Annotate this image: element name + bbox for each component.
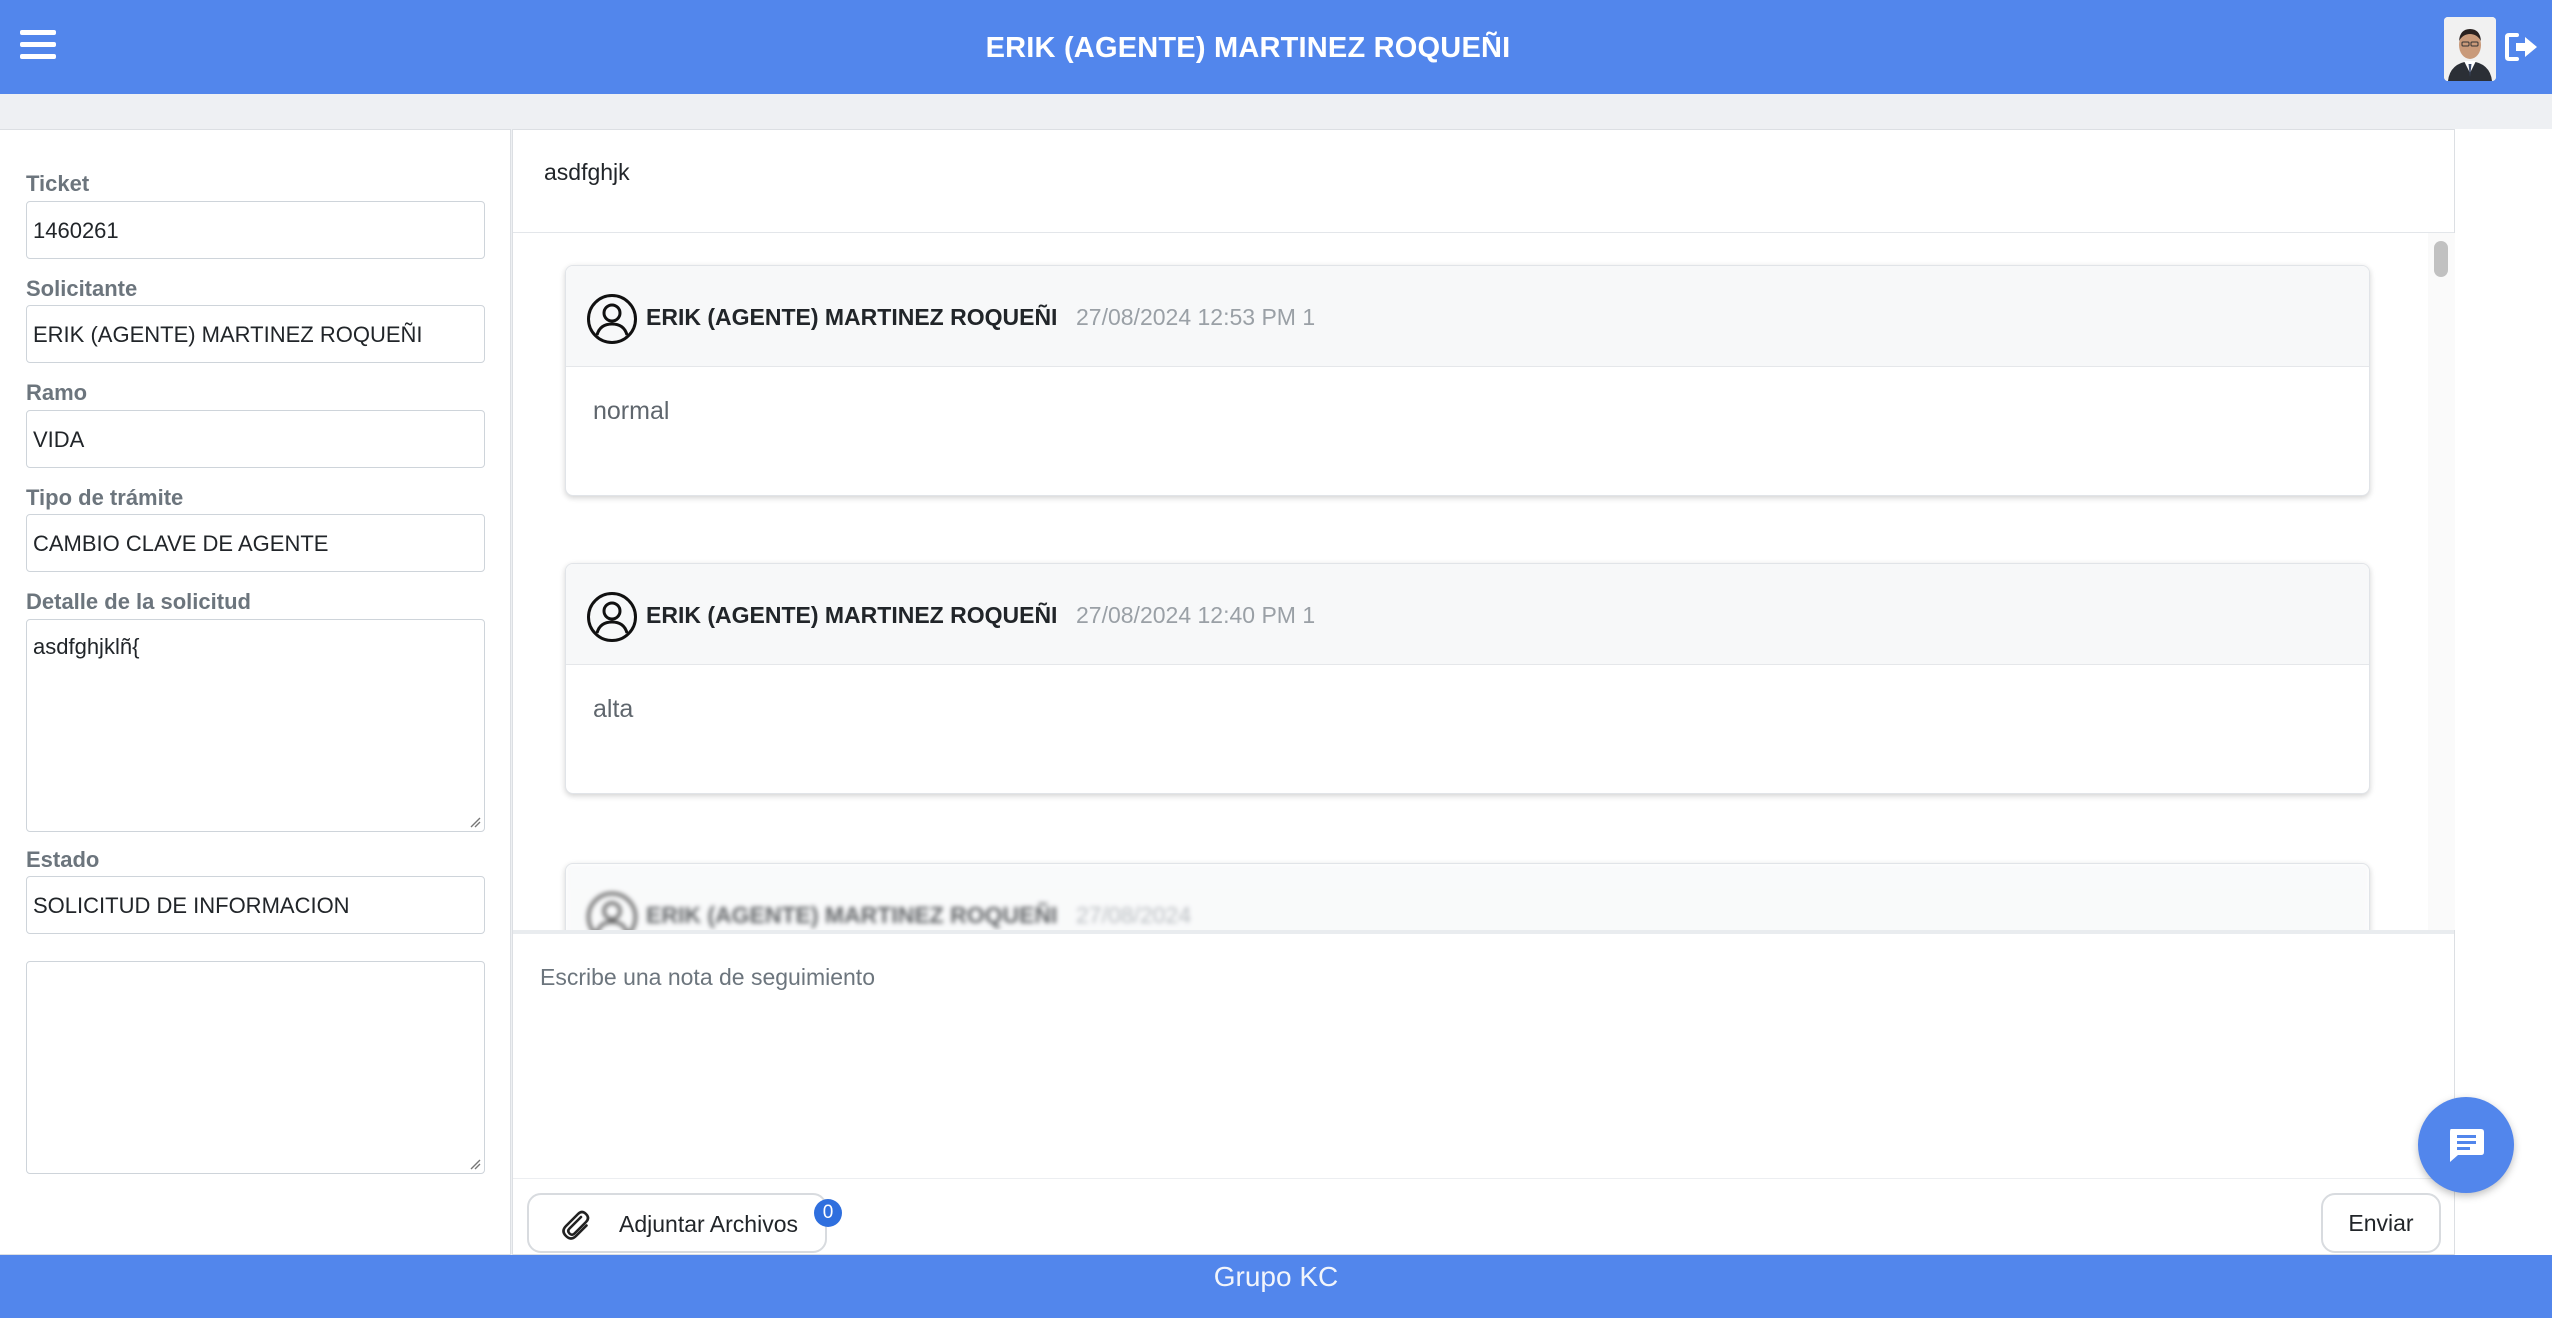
ramo-field[interactable]: VIDA	[26, 410, 485, 468]
ticket-subject: asdfghjk	[513, 130, 2454, 233]
logout-icon[interactable]	[2505, 32, 2539, 62]
detalle-label: Detalle de la solicitud	[26, 589, 251, 614]
message-body: normal	[593, 397, 670, 425]
message-thread[interactable]: ERIK (AGENTE) MARTINEZ ROQUEÑI 27/08/202…	[513, 233, 2428, 930]
ramo-label: Ramo	[26, 380, 88, 405]
user-avatar[interactable]	[2444, 17, 2496, 81]
message-author: ERIK (AGENTE) MARTINEZ ROQUEÑI	[646, 304, 1058, 330]
user-circle-icon	[587, 294, 637, 344]
right-margin	[2455, 129, 2552, 1255]
resize-grip-icon[interactable]	[469, 1158, 481, 1170]
message-author: ERIK (AGENTE) MARTINEZ ROQUEÑI	[646, 602, 1058, 628]
attach-files-label: Adjuntar Archivos	[619, 1211, 798, 1237]
user-circle-icon	[587, 892, 637, 930]
page-title: ERIK (AGENTE) MARTINEZ ROQUEÑI	[985, 32, 1511, 64]
attach-files-button[interactable]: Adjuntar Archivos	[527, 1193, 827, 1253]
top-navbar: ERIK (AGENTE) MARTINEZ ROQUEÑI	[0, 0, 2552, 94]
composer-actions: Adjuntar Archivos 0 Enviar	[513, 1178, 2454, 1255]
message-timestamp: 27/08/2024 12:53 PM 1	[1076, 304, 1316, 330]
message-timestamp: 27/08/2024 12:40 PM 1	[1076, 602, 1316, 628]
footer: Grupo KC	[0, 1255, 2552, 1318]
resize-grip-icon[interactable]	[469, 816, 481, 828]
follow-up-note-input[interactable]	[513, 934, 2454, 1178]
extra-notes-textarea[interactable]	[26, 961, 485, 1174]
detalle-text: asdfghjklñ{	[33, 634, 140, 659]
tipo-tramite-label: Tipo de trámite	[26, 485, 184, 510]
user-circle-icon	[587, 592, 637, 642]
message-author: ERIK (AGENTE) MARTINEZ ROQUEÑI	[646, 902, 1058, 928]
tipo-tramite-field[interactable]: CAMBIO CLAVE DE AGENTE	[26, 514, 485, 572]
message-timestamp: 27/08/2024	[1076, 902, 1192, 928]
ticket-label: Ticket	[26, 171, 90, 196]
detalle-textarea[interactable]: asdfghjklñ{	[26, 619, 485, 832]
estado-field[interactable]: SOLICITUD DE INFORMACION	[26, 876, 485, 934]
message-card: ERIK (AGENTE) MARTINEZ ROQUEÑI 27/08/202…	[565, 265, 2370, 496]
message-header: ERIK (AGENTE) MARTINEZ ROQUEÑI 27/08/202…	[566, 864, 2369, 930]
scrollbar-thumb[interactable]	[2434, 241, 2448, 277]
solicitante-label: Solicitante	[26, 276, 138, 301]
ticket-details-panel: Ticket 1460261 Solicitante ERIK (AGENTE)…	[0, 129, 511, 1255]
ticket-field[interactable]: 1460261	[26, 201, 485, 259]
message-header: ERIK (AGENTE) MARTINEZ ROQUEÑI 27/08/202…	[566, 564, 2369, 665]
solicitante-field[interactable]: ERIK (AGENTE) MARTINEZ ROQUEÑI	[26, 305, 485, 363]
attachment-count-badge: 0	[814, 1199, 842, 1227]
message-body: alta	[593, 695, 634, 723]
message-card: ERIK (AGENTE) MARTINEZ ROQUEÑI 27/08/202…	[565, 563, 2370, 794]
paperclip-icon	[562, 1210, 590, 1240]
send-button[interactable]: Enviar	[2321, 1193, 2441, 1253]
estado-label: Estado	[26, 847, 100, 872]
conversation-panel: asdfghjk ERIK (AGENTE) MARTINEZ ROQUEÑI …	[512, 129, 2455, 1255]
message-card: ERIK (AGENTE) MARTINEZ ROQUEÑI 27/08/202…	[565, 863, 2370, 930]
message-header: ERIK (AGENTE) MARTINEZ ROQUEÑI 27/08/202…	[566, 266, 2369, 367]
chat-bubble-icon	[2450, 1129, 2484, 1162]
chat-button[interactable]	[2418, 1097, 2514, 1193]
thread-scrollbar[interactable]	[2428, 233, 2455, 930]
